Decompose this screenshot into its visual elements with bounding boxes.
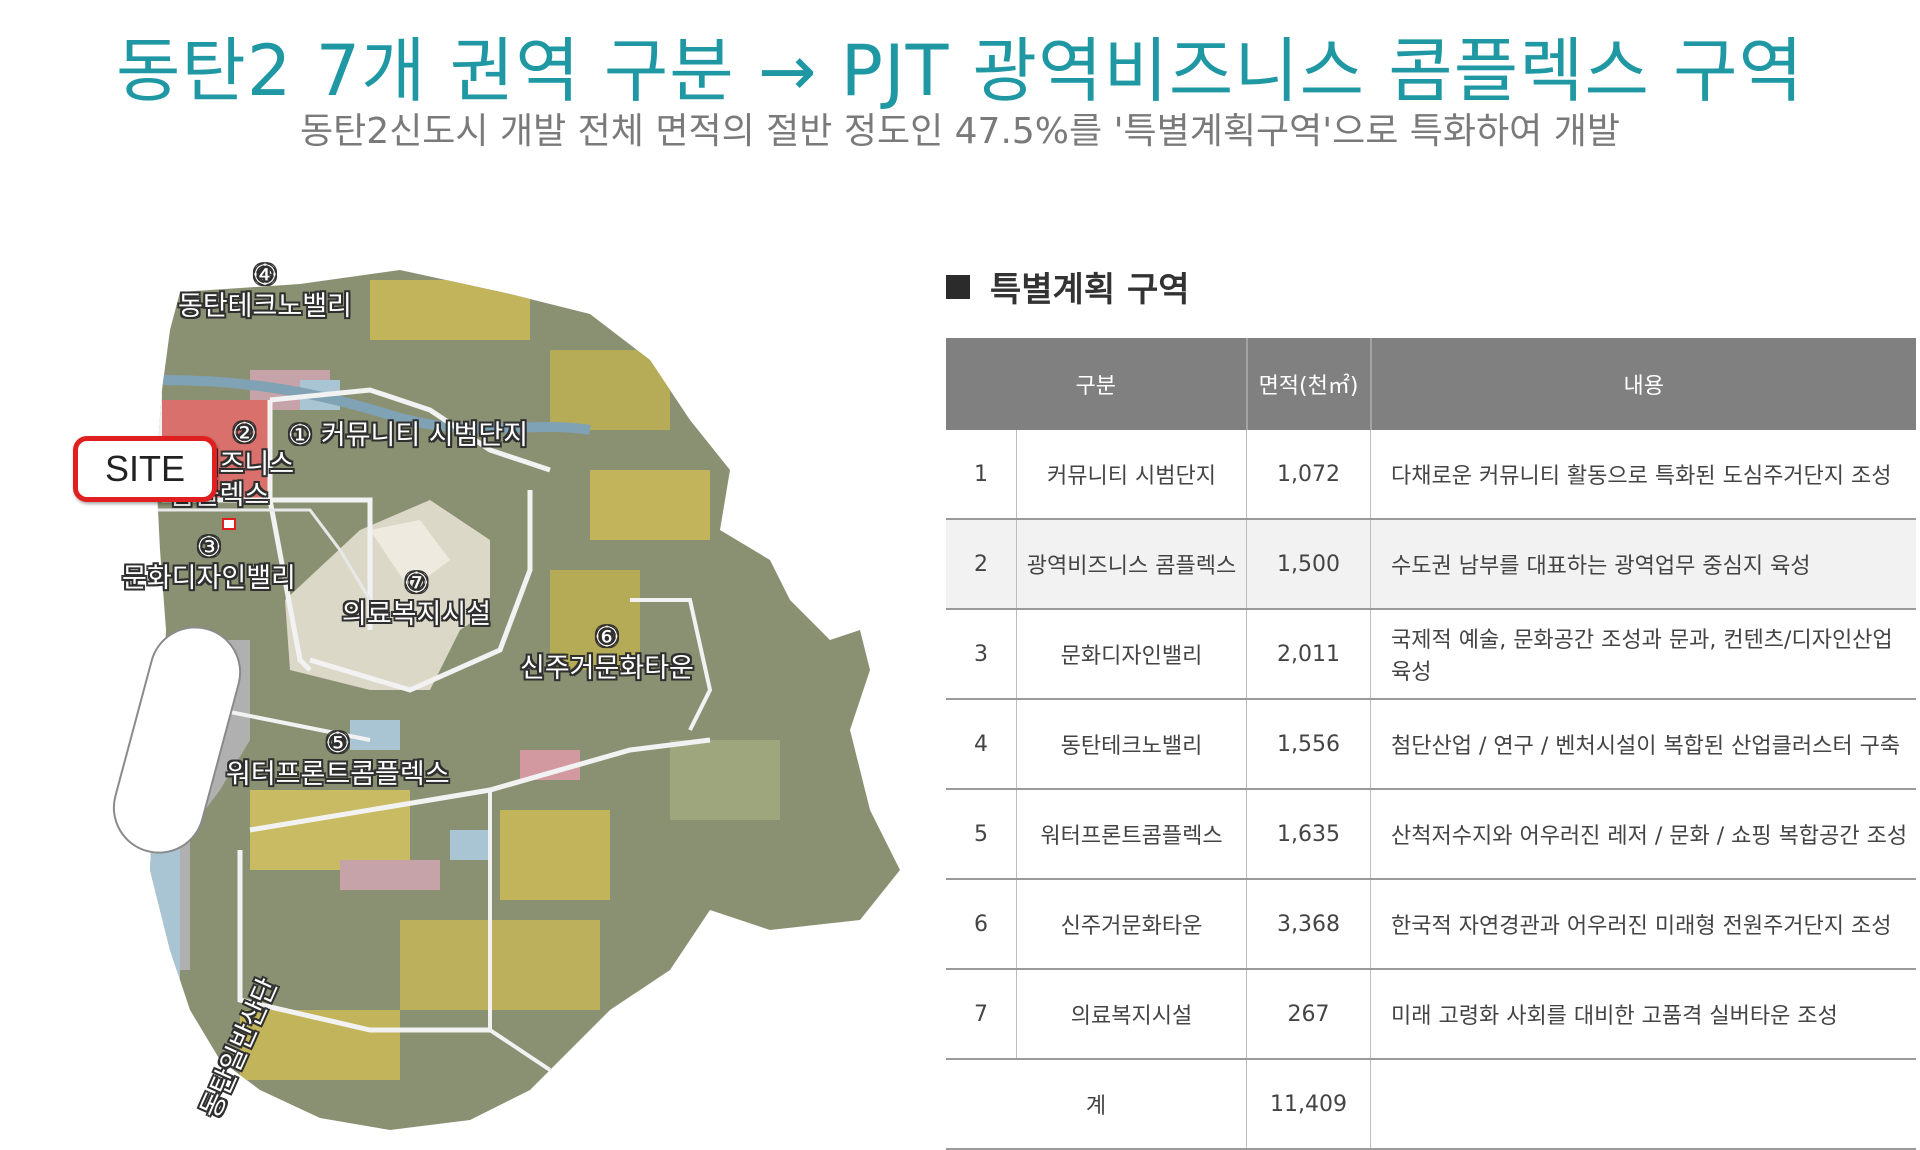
header-content: 내용 — [1369, 338, 1916, 430]
table-row: 7 의료복지시설 267 미래 고령화 사회를 대비한 고품격 실버타운 조성 — [946, 969, 1916, 1060]
special-zone-table: 구분 면적(천㎡) 내용 1 커뮤니티 시범단지 1,072 다채로운 커뮤니티… — [946, 338, 1916, 1150]
zone-name-cell: 커뮤니티 시범단지 — [1015, 430, 1247, 520]
zone-name: 문화디자인밸리 — [122, 563, 296, 594]
table-header-row: 구분 면적(천㎡) 내용 — [946, 338, 1916, 430]
section-title: 특별계획 구역 — [990, 270, 1190, 310]
area-cell: 1,635 — [1246, 789, 1371, 880]
row-number: 1 — [946, 430, 1017, 520]
row-number: 3 — [946, 609, 1017, 700]
page-title: 동탄2 7개 권역 구분 → PJT 광역비즈니스 콤플렉스 구역 — [116, 30, 1804, 112]
area-cell: 267 — [1246, 969, 1371, 1060]
total-area: 11,409 — [1246, 1059, 1371, 1150]
row-number: 6 — [946, 879, 1017, 970]
zone-number: ④ — [252, 260, 278, 291]
table-row: 3 문화디자인밸리 2,011 국제적 예술, 문화공간 조성과 문과, 컨텐츠… — [946, 609, 1916, 700]
zone-name-cell: 의료복지시설 — [1015, 969, 1247, 1060]
zone-name-cell: 광역비즈니스 콤플렉스 — [1015, 519, 1247, 610]
content-cell: 미래 고령화 사회를 대비한 고품격 실버타운 조성 — [1370, 969, 1916, 1060]
district-map-graphic — [112, 270, 900, 1130]
zone-name: 커뮤니티 시범단지 — [320, 420, 529, 451]
total-row: 계 11,409 — [946, 1059, 1916, 1150]
zone-number: ⑦ — [404, 568, 429, 599]
zone-label-3: ③ 문화디자인밸리 — [122, 532, 296, 594]
row-number: 2 — [946, 519, 1017, 610]
zone-name: 의료복지시설 — [342, 599, 492, 630]
content-cell: 한국적 자연경관과 어우러진 미래형 전원주거단지 조성 — [1370, 879, 1916, 970]
zone-number: ⑤ — [325, 728, 350, 759]
row-number: 4 — [946, 699, 1017, 790]
content-cell: 첨단산업 / 연구 / 벤처시설이 복합된 산업클러스터 구축 — [1370, 699, 1916, 790]
area-cell: 2,011 — [1246, 609, 1371, 700]
zone-name-cell: 워터프론트콤플렉스 — [1015, 789, 1247, 880]
zone-name-cell: 문화디자인밸리 — [1015, 609, 1247, 700]
section-heading: 특별계획 구역 — [946, 262, 1190, 311]
zone-label-6: ⑥ 신주거문화타운 — [520, 622, 694, 684]
zone-label-7: ⑦ 의료복지시설 — [342, 568, 491, 630]
district-map: ④ 동탄테크노밸리 ② 광역비즈니스 콤플렉스 ① 커뮤니티 시범단지 ③ 문화… — [70, 260, 910, 1130]
table-row: 5 워터프론트콤플렉스 1,635 산척저수지와 어우러진 레저 / 문화 / … — [946, 789, 1916, 880]
area-cell: 1,556 — [1246, 699, 1371, 790]
page-subtitle: 동탄2신도시 개발 전체 면적의 절반 정도인 47.5%를 '특별계획구역'으… — [300, 111, 1620, 152]
zone-name-cell: 동탄테크노밸리 — [1015, 699, 1247, 790]
table-row: 1 커뮤니티 시범단지 1,072 다채로운 커뮤니티 활동으로 특화된 도심주… — [946, 430, 1916, 520]
area-cell: 1,500 — [1246, 519, 1371, 610]
zone-label-4: ④ 동탄테크노밸리 — [178, 260, 352, 322]
zone-number: ⑥ — [594, 622, 620, 653]
total-label: 계 — [946, 1059, 1247, 1150]
header-area: 면적(천㎡) — [1245, 338, 1371, 430]
table-row: 6 신주거문화타운 3,368 한국적 자연경관과 어우러진 미래형 전원주거단… — [946, 879, 1916, 970]
area-cell: 1,072 — [1246, 430, 1371, 520]
zone-name: 신주거문화타운 — [520, 653, 694, 684]
zone-name: 워터프론트콤플렉스 — [226, 759, 450, 790]
row-number: 7 — [946, 969, 1017, 1060]
site-callout: SITE — [73, 436, 217, 502]
content-cell: 산척저수지와 어우러진 레저 / 문화 / 쇼핑 복합공간 조성 — [1370, 789, 1916, 880]
header-category: 구분 — [946, 338, 1247, 430]
total-content — [1370, 1059, 1916, 1150]
table-row: 2 광역비즈니스 콤플렉스 1,500 수도권 남부를 대표하는 광역업무 중심… — [946, 519, 1916, 610]
content-cell: 국제적 예술, 문화공간 조성과 문과, 컨텐츠/디자인산업 육성 — [1370, 609, 1916, 700]
row-number: 5 — [946, 789, 1017, 880]
site-marker — [222, 518, 236, 530]
zone-label-5: ⑤ 워터프론트콤플렉스 — [226, 728, 450, 790]
square-bullet-icon — [946, 274, 970, 299]
zone-name-cell: 신주거문화타운 — [1015, 879, 1247, 970]
content-cell: 다채로운 커뮤니티 활동으로 특화된 도심주거단지 조성 — [1370, 430, 1916, 520]
zone-number: ① — [288, 420, 313, 451]
area-cell: 3,368 — [1246, 879, 1371, 970]
zone-label-1: ① 커뮤니티 시범단지 — [288, 420, 528, 451]
zone-name: 동탄테크노밸리 — [178, 291, 352, 322]
content-cell: 수도권 남부를 대표하는 광역업무 중심지 육성 — [1370, 519, 1916, 610]
table-row: 4 동탄테크노밸리 1,556 첨단산업 / 연구 / 벤처시설이 복합된 산업… — [946, 699, 1916, 790]
zone-number: ③ — [196, 532, 222, 563]
